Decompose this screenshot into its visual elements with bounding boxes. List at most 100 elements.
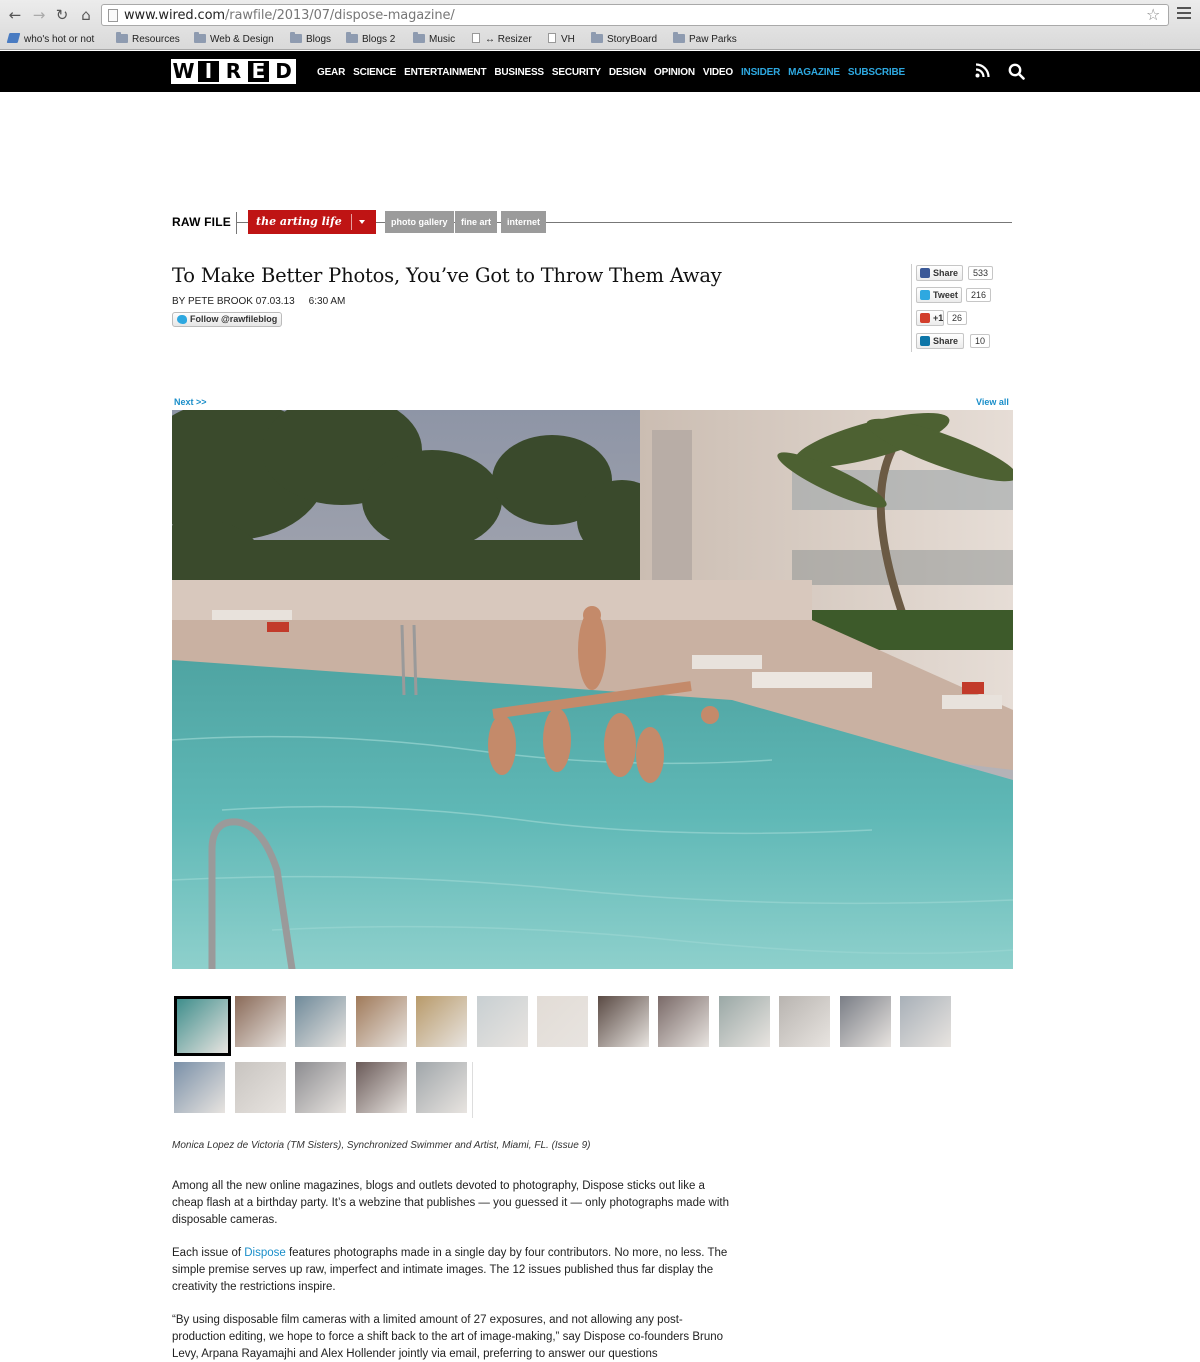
gallery-thumbnail[interactable]: [234, 1062, 286, 1113]
page-icon: [472, 33, 480, 43]
gallery-thumbnail[interactable]: [839, 996, 891, 1047]
category-label: the arting life: [256, 215, 342, 228]
bookmark-label: Resources: [132, 34, 180, 45]
url-path: /rawfile/2013/07/dispose-magazine/: [225, 8, 455, 23]
gallery-thumbnail[interactable]: [174, 996, 231, 1056]
nav-security[interactable]: SECURITY: [552, 67, 601, 78]
folder-icon: [673, 32, 685, 43]
rss-icon[interactable]: [975, 63, 990, 78]
gallery-thumbnail[interactable]: [597, 996, 649, 1047]
section-name[interactable]: RAW FILE: [172, 215, 231, 229]
browser-menu-icon[interactable]: [1177, 7, 1191, 21]
reload-icon[interactable]: ↻: [53, 5, 71, 25]
linkedin-icon: [920, 336, 930, 346]
tag-internet[interactable]: internet: [501, 211, 547, 233]
body-paragraph-2: Each issue of Dispose features photograp…: [172, 1245, 732, 1296]
url-host: www.wired.com: [124, 8, 225, 23]
folder-icon: [116, 32, 128, 43]
follow-label: Follow @rawfileblog: [190, 314, 278, 324]
dropdown-separator: [351, 214, 352, 230]
nav-subscribe[interactable]: SUBSCRIBE: [848, 67, 905, 78]
nav-magazine[interactable]: MAGAZINE: [788, 67, 840, 78]
dispose-link[interactable]: Dispose: [244, 1247, 286, 1259]
section-divider: [236, 212, 237, 234]
browser-toolbar: ← → ↻ ⌂ www.wired.com/rawfile/2013/07/di…: [0, 0, 1200, 30]
bookmark-item[interactable]: Web & Design: [194, 32, 274, 47]
publish-date: 07.03.13: [255, 296, 295, 307]
gallery-thumbnail[interactable]: [900, 996, 951, 1047]
pool-photo: [172, 410, 1013, 969]
article-headline: To Make Better Photos, You’ve Got to Thr…: [172, 264, 722, 287]
back-arrow-icon[interactable]: ←: [6, 5, 24, 25]
nav-design[interactable]: DESIGN: [609, 67, 646, 78]
bookmark-label: ↔ Resizer: [485, 34, 532, 45]
bookmark-label: StoryBoard: [607, 34, 658, 45]
twitter-icon: [920, 290, 930, 300]
bookmark-item[interactable]: who's hot or not: [6, 33, 94, 47]
nav-insider[interactable]: INSIDER: [741, 67, 780, 78]
gallery-thumbnail[interactable]: [658, 996, 709, 1047]
logo-letter: D: [271, 59, 296, 84]
body-paragraph-3: “By using disposable film cameras with a…: [172, 1314, 724, 1360]
gallery-thumbnail[interactable]: [537, 996, 588, 1047]
social-button-facebook[interactable]: Share: [916, 265, 963, 281]
bookmark-item[interactable]: VH: [548, 33, 575, 47]
gallery-thumbnail[interactable]: [779, 996, 830, 1047]
bookmark-item[interactable]: Music: [413, 32, 455, 47]
bookmarks-bar: who's hot or not Resources Web & Design Blo…: [0, 30, 1200, 50]
gallery-thumbnail[interactable]: [355, 996, 407, 1047]
social-divider: [911, 264, 912, 352]
gallery-thumbnail[interactable]: [416, 1062, 467, 1113]
google-plus-icon: [920, 313, 930, 323]
gallery-thumbnail[interactable]: [295, 996, 346, 1047]
bookmark-label: VH: [561, 34, 575, 45]
nav-video[interactable]: VIDEO: [703, 67, 733, 78]
forward-arrow-icon[interactable]: →: [30, 5, 48, 25]
main-gallery-photo[interactable]: [172, 410, 1013, 969]
bookmark-item[interactable]: Resources: [116, 32, 180, 47]
view-all-link[interactable]: View all: [976, 397, 1009, 407]
thumbnail-divider: [472, 1062, 473, 1118]
tag-photo-gallery[interactable]: photo gallery: [385, 211, 454, 233]
folder-icon: [194, 32, 206, 43]
tag-fine-art[interactable]: fine art: [455, 211, 498, 233]
gallery-thumbnail[interactable]: [234, 996, 286, 1047]
search-icon[interactable]: [1008, 63, 1025, 80]
logo-letter: W: [171, 59, 196, 84]
gallery-thumbnail[interactable]: [416, 996, 467, 1047]
bookmark-star-icon[interactable]: ☆: [1146, 5, 1160, 24]
follow-button[interactable]: Follow @rawfileblog: [172, 312, 282, 327]
address-bar[interactable]: www.wired.com/rawfile/2013/07/dispose-ma…: [101, 4, 1169, 26]
social-count: 26: [947, 311, 968, 325]
gallery-thumbnail[interactable]: [174, 1062, 225, 1113]
folder-icon: [346, 32, 358, 43]
gallery-thumbnail[interactable]: [355, 1062, 407, 1113]
gallery-thumbnail[interactable]: [718, 996, 770, 1047]
bookmark-item[interactable]: Blogs: [290, 32, 331, 47]
wired-logo[interactable]: WIRED: [171, 59, 296, 84]
nav-entertainment[interactable]: ENTERTAINMENT: [404, 67, 486, 78]
bookmark-item[interactable]: ↔ Resizer: [472, 33, 532, 47]
bookmark-item[interactable]: Paw Parks: [673, 32, 737, 47]
nav-science[interactable]: SCIENCE: [353, 67, 396, 78]
gallery-thumbnail[interactable]: [295, 1062, 346, 1113]
social-button-linkedin[interactable]: Share: [916, 333, 964, 349]
next-link[interactable]: Next >>: [174, 397, 207, 407]
chevron-down-icon: [359, 220, 365, 224]
twitter-bird-icon: [177, 315, 187, 324]
bookmark-label: Web & Design: [210, 34, 274, 45]
social-button-twitter[interactable]: Tweet: [916, 287, 962, 303]
social-button-google-plus[interactable]: +1: [916, 310, 944, 326]
bookmark-item[interactable]: StoryBoard: [591, 32, 658, 47]
social-label: Share: [933, 336, 959, 346]
bookmark-item[interactable]: Blogs 2: [346, 32, 395, 47]
nav-business[interactable]: BUSINESS: [494, 67, 544, 78]
category-dropdown[interactable]: the arting life: [248, 210, 376, 234]
gallery-thumbnail[interactable]: [476, 996, 528, 1047]
nav-gear[interactable]: GEAR: [317, 67, 345, 78]
p2-text-before: Each issue of: [172, 1247, 245, 1259]
browser-chrome: ← → ↻ ⌂ www.wired.com/rawfile/2013/07/di…: [0, 0, 1200, 50]
home-icon[interactable]: ⌂: [77, 5, 95, 25]
nav-opinion[interactable]: OPINION: [654, 67, 695, 78]
author[interactable]: BY PETE BROOK: [172, 296, 253, 307]
